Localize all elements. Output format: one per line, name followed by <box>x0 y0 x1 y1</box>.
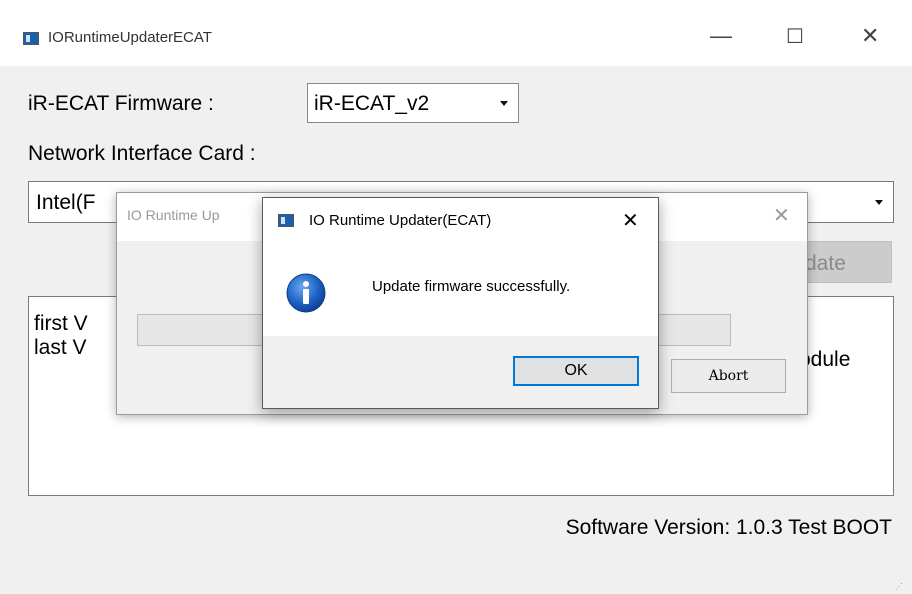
message-body: Update firmware successfully. <box>263 244 658 336</box>
nic-label: Network Interface Card : <box>28 142 256 165</box>
close-button[interactable]: ✕ <box>861 25 879 47</box>
nic-select-value: Intel(F <box>36 191 96 214</box>
resize-grip[interactable]: ⋰ <box>895 582 903 591</box>
info-icon <box>286 273 326 313</box>
firmware-select-value: iR-ECAT_v2 <box>314 92 430 115</box>
firmware-label: iR-ECAT Firmware : <box>28 92 214 115</box>
message-dialog-title: IO Runtime Updater(ECAT) <box>309 212 492 229</box>
abort-button[interactable]: Abort <box>671 359 786 393</box>
chevron-down-icon <box>875 200 883 205</box>
message-dialog: IO Runtime Updater(ECAT) ✕ Update firmwa… <box>262 197 659 409</box>
progress-dialog-close-button[interactable]: ✕ <box>773 205 790 227</box>
chevron-down-icon <box>500 101 508 106</box>
software-version: Software Version: 1.0.3 Test BOOT <box>565 516 892 539</box>
ok-button[interactable]: OK <box>513 356 639 386</box>
log-line-2: last V <box>34 336 87 359</box>
progress-dialog-title: IO Runtime Up <box>127 207 220 223</box>
maximize-button[interactable]: ☐ <box>786 26 804 48</box>
app-icon <box>278 214 294 227</box>
log-line-1: first V <box>34 312 88 335</box>
app-icon <box>23 32 39 45</box>
ok-button-label: OK <box>564 362 588 379</box>
update-button-label: date <box>805 252 846 275</box>
message-dialog-close-button[interactable]: ✕ <box>622 210 639 232</box>
firmware-select[interactable]: iR-ECAT_v2 <box>307 83 519 123</box>
message-text: Update firmware successfully. <box>372 278 571 295</box>
message-dialog-titlebar: IO Runtime Updater(ECAT) ✕ <box>263 198 658 244</box>
minimize-button[interactable]: — <box>710 25 732 47</box>
abort-button-label: Abort <box>708 368 749 384</box>
window-title: IORuntimeUpdaterECAT <box>48 29 212 46</box>
